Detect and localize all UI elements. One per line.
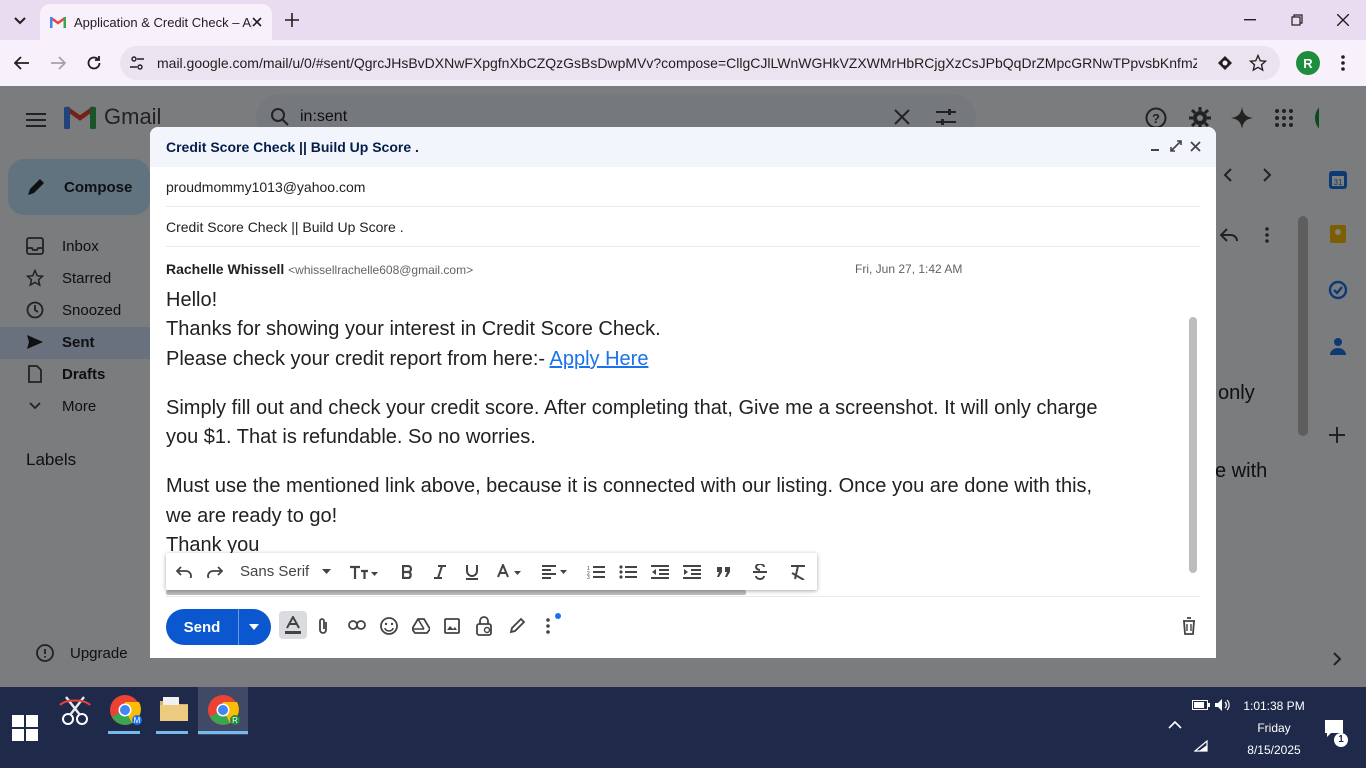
svg-text:R: R bbox=[232, 716, 238, 725]
forward-icon[interactable] bbox=[46, 51, 70, 75]
active-app-indicator bbox=[198, 731, 248, 734]
send-split-divider bbox=[238, 609, 239, 645]
strikethrough-icon[interactable] bbox=[746, 553, 774, 590]
minimize-window-icon[interactable] bbox=[1238, 8, 1262, 32]
bold-icon[interactable] bbox=[394, 553, 422, 590]
more-options-icon[interactable] bbox=[546, 618, 550, 634]
remove-formatting-icon[interactable] bbox=[784, 553, 812, 590]
subject-field[interactable]: Credit Score Check || Build Up Score . bbox=[166, 207, 1200, 247]
svg-text:3: 3 bbox=[587, 575, 590, 579]
back-icon[interactable] bbox=[10, 51, 34, 75]
quoted-sender-email: <whissellrachelle608@gmail.com> bbox=[288, 263, 474, 277]
battery-icon[interactable] bbox=[1192, 700, 1210, 710]
body-line: we are ready to go! bbox=[166, 505, 338, 527]
body-line: Hello! bbox=[166, 289, 218, 311]
font-size-icon[interactable] bbox=[346, 553, 382, 590]
body-scrollbar[interactable] bbox=[1189, 317, 1197, 573]
bookmark-star-icon[interactable] bbox=[1246, 51, 1270, 75]
indent-more-icon[interactable] bbox=[678, 553, 706, 590]
indent-less-icon[interactable] bbox=[646, 553, 674, 590]
close-window-icon[interactable] bbox=[1331, 8, 1355, 32]
tab-search-icon[interactable] bbox=[8, 9, 32, 33]
body-line: you $1. That is refundable. So no worrie… bbox=[166, 426, 536, 448]
running-app-indicator bbox=[108, 731, 140, 734]
bulleted-list-icon[interactable] bbox=[614, 553, 642, 590]
restore-window-icon[interactable] bbox=[1285, 8, 1309, 32]
address-url: mail.google.com/mail/u/0/#sent/QgrcJHsBv… bbox=[157, 55, 1197, 71]
insert-photo-icon[interactable] bbox=[444, 618, 460, 634]
taskbar-day[interactable]: Friday bbox=[1229, 721, 1319, 735]
divider bbox=[166, 596, 1200, 597]
dropdown-caret-icon bbox=[322, 569, 331, 574]
horizontal-scrollbar[interactable] bbox=[166, 590, 746, 595]
browser-tab[interactable]: Application & Credit Check – Ap bbox=[40, 4, 272, 40]
taskbar-time[interactable]: 1:01:38 PM bbox=[1229, 699, 1319, 713]
gmail-favicon-icon bbox=[50, 16, 66, 28]
text-color-icon[interactable] bbox=[492, 553, 528, 590]
close-dialog-icon[interactable] bbox=[1190, 141, 1201, 152]
body-line: Thanks for showing your interest in Cred… bbox=[166, 318, 661, 340]
message-dialog: Credit Score Check || Build Up Score . p… bbox=[150, 127, 1216, 658]
body-line: Please check your credit report from her… bbox=[166, 344, 648, 374]
reload-icon[interactable] bbox=[82, 51, 106, 75]
font-family-value: Sans Serif bbox=[240, 563, 310, 580]
show-hidden-icons-icon[interactable] bbox=[1168, 721, 1182, 729]
minimize-dialog-icon[interactable] bbox=[1150, 141, 1160, 151]
popout-dialog-icon[interactable] bbox=[1170, 140, 1182, 152]
chrome-active-taskbar-icon[interactable]: R bbox=[206, 693, 240, 727]
formatting-options-icon[interactable] bbox=[279, 611, 307, 639]
dialog-title: Credit Score Check || Build Up Score . bbox=[166, 139, 419, 155]
chrome-taskbar-icon[interactable]: M bbox=[108, 693, 142, 727]
new-tab-icon[interactable] bbox=[280, 8, 304, 32]
file-explorer-icon[interactable] bbox=[158, 693, 190, 725]
svg-text:M: M bbox=[134, 716, 141, 725]
italic-icon[interactable] bbox=[426, 553, 454, 590]
tab-close-icon[interactable] bbox=[252, 17, 262, 27]
windows-start-icon[interactable] bbox=[12, 715, 38, 741]
align-icon[interactable] bbox=[538, 553, 574, 590]
underline-icon[interactable] bbox=[458, 553, 486, 590]
tab-title: Application & Credit Check – Ap bbox=[74, 14, 252, 30]
quoted-sender-name: Rachelle Whissell bbox=[166, 261, 285, 277]
apply-here-link[interactable]: Apply Here bbox=[550, 348, 649, 370]
notification-dot bbox=[555, 613, 561, 619]
taskbar-date[interactable]: 8/15/2025 bbox=[1229, 743, 1319, 757]
send-button[interactable]: Send bbox=[166, 609, 271, 645]
undo-icon[interactable] bbox=[172, 553, 196, 590]
site-info-icon[interactable] bbox=[129, 55, 145, 71]
insert-emoji-icon[interactable] bbox=[380, 617, 398, 635]
insert-signature-icon[interactable] bbox=[508, 617, 526, 635]
browser-tab-strip: Application & Credit Check – Ap bbox=[0, 0, 1366, 40]
snipping-tool-icon[interactable] bbox=[58, 693, 92, 727]
quoted-sender: Rachelle Whissell <whissellrachelle608@g… bbox=[166, 261, 473, 277]
body-line: Must use the mentioned link above, becau… bbox=[166, 475, 1093, 497]
confidential-mode-icon[interactable] bbox=[476, 616, 492, 636]
network-icon[interactable] bbox=[1194, 740, 1208, 752]
body-line: Simply fill out and check your credit sc… bbox=[166, 397, 1098, 419]
quoted-date: Fri, Jun 27, 1:42 AM bbox=[855, 262, 963, 276]
running-app-indicator bbox=[156, 731, 188, 734]
font-family-dropdown[interactable]: Sans Serif bbox=[240, 553, 336, 590]
send-options-chevron-icon[interactable] bbox=[249, 624, 259, 630]
dialog-header: Credit Score Check || Build Up Score . bbox=[150, 127, 1216, 167]
windows-taskbar: M R 1:01:38 PM Friday 8/15/2025 1 bbox=[0, 687, 1366, 768]
extension-icon[interactable] bbox=[1213, 51, 1237, 75]
redo-icon[interactable] bbox=[203, 553, 227, 590]
send-label: Send bbox=[183, 618, 221, 636]
body-line-text: Please check your credit report from her… bbox=[166, 348, 550, 370]
quote-icon[interactable] bbox=[710, 553, 738, 590]
numbered-list-icon[interactable]: 123 bbox=[582, 553, 610, 590]
notification-count-badge: 1 bbox=[1334, 733, 1348, 747]
google-drive-icon[interactable] bbox=[412, 618, 430, 634]
formatting-toolbar: Sans Serif 123 bbox=[166, 553, 817, 590]
address-bar[interactable]: mail.google.com/mail/u/0/#sent/QgrcJHsBv… bbox=[120, 46, 1280, 80]
browser-toolbar: mail.google.com/mail/u/0/#sent/QgrcJHsBv… bbox=[0, 40, 1366, 86]
browser-menu-icon[interactable] bbox=[1331, 51, 1355, 75]
to-field[interactable]: proudmommy1013@yahoo.com bbox=[166, 167, 1200, 207]
insert-link-icon[interactable] bbox=[348, 619, 366, 631]
attach-file-icon[interactable] bbox=[317, 617, 329, 635]
browser-profile-avatar[interactable]: R bbox=[1296, 51, 1320, 75]
discard-trash-icon[interactable] bbox=[1182, 617, 1196, 635]
